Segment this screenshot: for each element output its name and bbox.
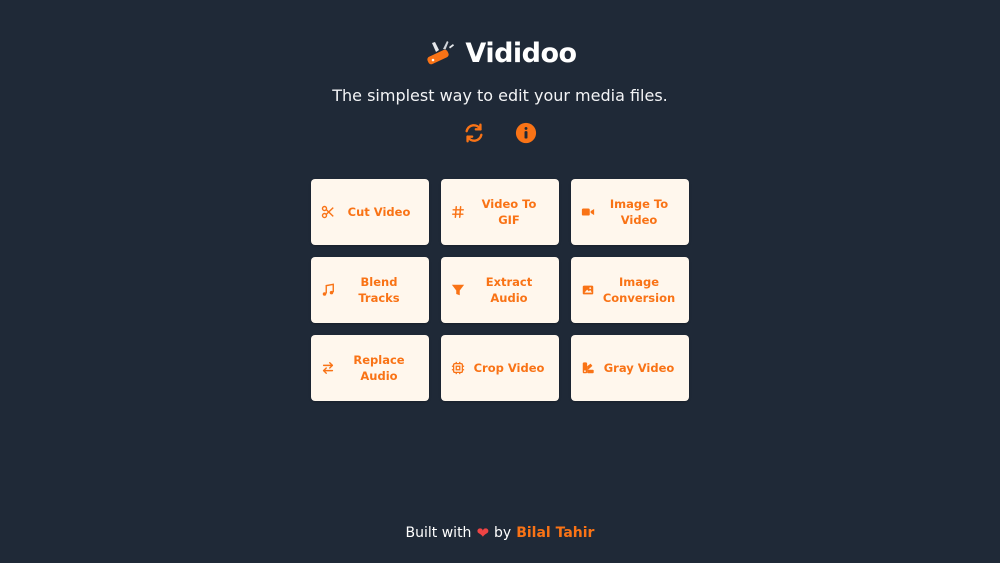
tool-label: Blend Tracks [358,275,400,305]
brand-name: Vididoo [465,37,577,69]
footer-prefix: Built with [405,525,472,541]
footer: Built with ❤ by Bilal Tahir [0,524,1000,542]
tool-label: Video To GIF [481,197,537,227]
tool-label: Extract Audio [485,275,533,305]
tagline: The simplest way to edit your media file… [332,86,668,105]
header-icon-row [0,121,1000,145]
brand-header: Vididoo [0,36,1000,70]
refresh-icon[interactable] [462,121,486,145]
tool-label: Cut Video [347,205,411,219]
tool-replace-audio[interactable]: Replace Audio [311,335,429,401]
footer-connector: by [494,525,512,541]
image-icon [581,283,595,297]
tool-video-to-gif[interactable]: Video To GIF [441,179,559,245]
swiss-knife-icon [423,36,457,70]
tool-blend-tracks[interactable]: Blend Tracks [311,257,429,323]
hashtag-icon [451,205,465,219]
tool-image-to-video[interactable]: Image To Video [571,179,689,245]
tool-gray-video[interactable]: Gray Video [571,335,689,401]
video-camera-icon [581,205,595,219]
tool-label: Image To Video [609,197,669,227]
tool-label: Replace Audio [353,353,405,383]
page: Vididoo The simplest way to edit your me… [0,0,1000,563]
tool-label: Crop Video [473,361,545,375]
tool-image-conversion[interactable]: Image Conversion [571,257,689,323]
color-swatch-icon [581,361,595,375]
scissors-icon [321,205,335,219]
tool-label: Image Conversion [602,275,676,305]
music-note-icon [321,283,335,297]
crop-chip-icon [451,361,465,375]
author-link[interactable]: Bilal Tahir [516,525,594,541]
swap-arrows-icon [321,361,335,375]
tool-label: Gray Video [603,361,675,375]
tools-grid: Cut Video Video To GIF Image To Video Bl… [311,179,689,401]
info-icon[interactable] [514,121,538,145]
tool-cut-video[interactable]: Cut Video [311,179,429,245]
tool-extract-audio[interactable]: Extract Audio [441,257,559,323]
tool-crop-video[interactable]: Crop Video [441,335,559,401]
filter-icon [451,283,465,297]
heart-icon: ❤ [476,524,490,542]
